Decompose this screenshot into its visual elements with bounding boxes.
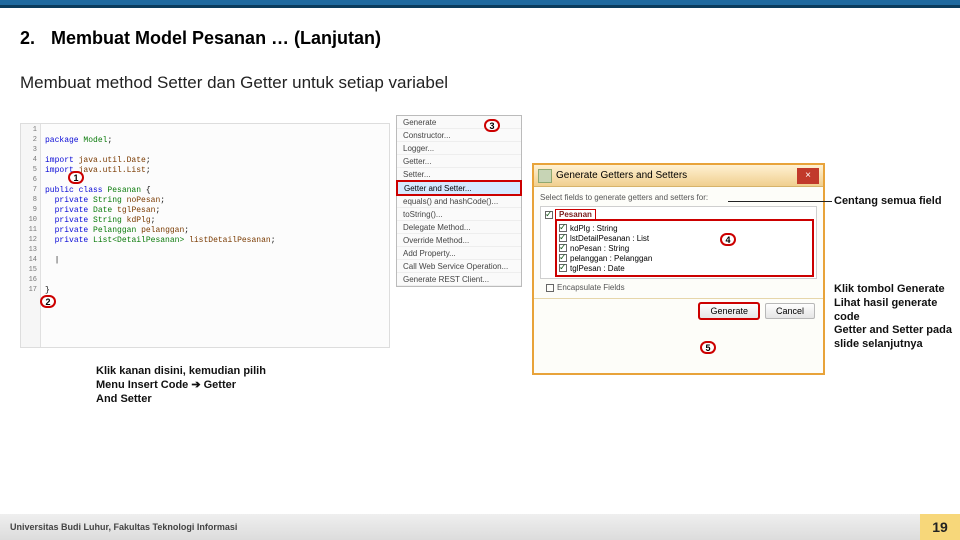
field-row[interactable]: pelanggan : Pelanggan xyxy=(559,253,810,263)
menu-item[interactable]: Getter... xyxy=(397,155,521,168)
field-row[interactable]: tglPesan : Date xyxy=(559,263,810,273)
field-row[interactable]: lstDetailPesanan : List xyxy=(559,233,810,243)
dialog-header: Generate Getters and Setters × xyxy=(534,165,823,187)
generate-dialog: Generate Getters and Setters × Select fi… xyxy=(532,163,825,375)
menu-item[interactable]: Generate xyxy=(397,116,521,129)
menu-item[interactable]: Call Web Service Operation... xyxy=(397,260,521,273)
menu-item[interactable]: toString()... xyxy=(397,208,521,221)
insert-code-menu: GenerateConstructor...Logger...Getter...… xyxy=(396,115,522,287)
menu-item[interactable]: Delegate Method... xyxy=(397,221,521,234)
slide-subtitle: Membuat method Setter dan Getter untuk s… xyxy=(20,73,940,93)
root-checkbox[interactable] xyxy=(545,211,553,219)
menu-item[interactable]: Generate REST Client... xyxy=(397,273,521,286)
cancel-button[interactable]: Cancel xyxy=(765,303,815,319)
code-editor: 1234567891011121314151617 package Model;… xyxy=(20,123,390,348)
field-tree: Pesanan kdPlg : StringlstDetailPesanan :… xyxy=(540,206,817,279)
title-text: Membuat Model Pesanan … (Lanjutan) xyxy=(51,28,381,48)
annotation-generate: Klik tombol Generate Lihat hasil generat… xyxy=(834,283,960,352)
dialog-title: Generate Getters and Setters xyxy=(556,170,793,181)
marker-2: 2 xyxy=(40,295,56,308)
top-bar xyxy=(0,0,960,8)
tree-root: Pesanan xyxy=(556,210,595,219)
title-number: 2. xyxy=(20,28,46,49)
marker-1: 1 xyxy=(68,171,84,184)
menu-item[interactable]: Logger... xyxy=(397,142,521,155)
menu-item[interactable]: Override Method... xyxy=(397,234,521,247)
close-icon[interactable]: × xyxy=(797,168,819,184)
page-number: 19 xyxy=(920,514,960,540)
field-row[interactable]: noPesan : String xyxy=(559,243,810,253)
footer: Universitas Budi Luhur, Fakultas Teknolo… xyxy=(0,514,960,540)
menu-item[interactable]: Getter and Setter... xyxy=(397,181,521,195)
generate-button[interactable]: Generate xyxy=(699,303,759,319)
menu-item[interactable]: Setter... xyxy=(397,168,521,181)
dialog-icon xyxy=(538,169,552,183)
marker-5: 5 xyxy=(700,341,716,354)
main-area: 1234567891011121314151617 package Model;… xyxy=(20,123,940,463)
marker-3: 3 xyxy=(484,119,500,132)
encapsulate-label: Encapsulate Fields xyxy=(557,283,625,292)
field-row[interactable]: kdPlg : String xyxy=(559,223,810,233)
marker-4: 4 xyxy=(720,233,736,246)
menu-item[interactable]: Constructor... xyxy=(397,129,521,142)
annotation-check-all: Centang semua field xyxy=(834,195,960,209)
menu-item[interactable]: equals() and hashCode()... xyxy=(397,195,521,208)
encapsulate-checkbox[interactable] xyxy=(546,284,554,292)
footer-university: Universitas Budi Luhur, Fakultas Teknolo… xyxy=(0,522,237,532)
annotation-right-click: Klik kanan disini, kemudian pilih Menu I… xyxy=(96,365,306,406)
menu-item[interactable]: Add Property... xyxy=(397,247,521,260)
slide-title: 2. Membuat Model Pesanan … (Lanjutan) xyxy=(20,28,940,49)
